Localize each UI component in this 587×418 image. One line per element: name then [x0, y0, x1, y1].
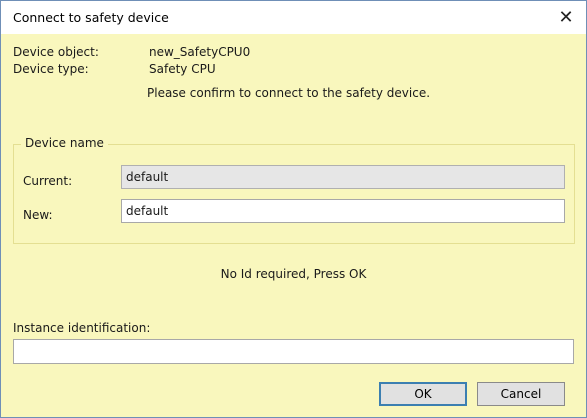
dialog-title: Connect to safety device [13, 10, 169, 25]
ok-button[interactable]: OK [379, 382, 467, 406]
close-button[interactable]: ✕ [546, 1, 586, 34]
current-name-label: Current: [23, 174, 73, 188]
dialog-window: Connect to safety device ✕ Device object… [0, 0, 587, 418]
instance-identification-label: Instance identification: [13, 321, 151, 335]
device-object-value: new_SafetyCPU0 [149, 45, 251, 59]
instance-identification-field[interactable] [13, 339, 574, 364]
device-object-label: Device object: [13, 45, 99, 59]
title-bar: Connect to safety device ✕ [1, 1, 586, 34]
device-name-group [13, 144, 575, 244]
new-name-field[interactable] [121, 199, 565, 223]
current-name-field [121, 165, 565, 189]
device-type-label: Device type: [13, 62, 89, 76]
cancel-button[interactable]: Cancel [477, 382, 565, 406]
device-type-value: Safety CPU [149, 62, 216, 76]
new-name-label: New: [23, 208, 53, 222]
ok-button-label: OK [414, 387, 432, 401]
close-icon: ✕ [558, 7, 574, 28]
status-message: No Id required, Press OK [220, 267, 367, 281]
cancel-button-label: Cancel [500, 387, 542, 401]
confirm-message: Please confirm to connect to the safety … [147, 86, 431, 100]
device-name-group-legend: Device name [21, 136, 108, 150]
